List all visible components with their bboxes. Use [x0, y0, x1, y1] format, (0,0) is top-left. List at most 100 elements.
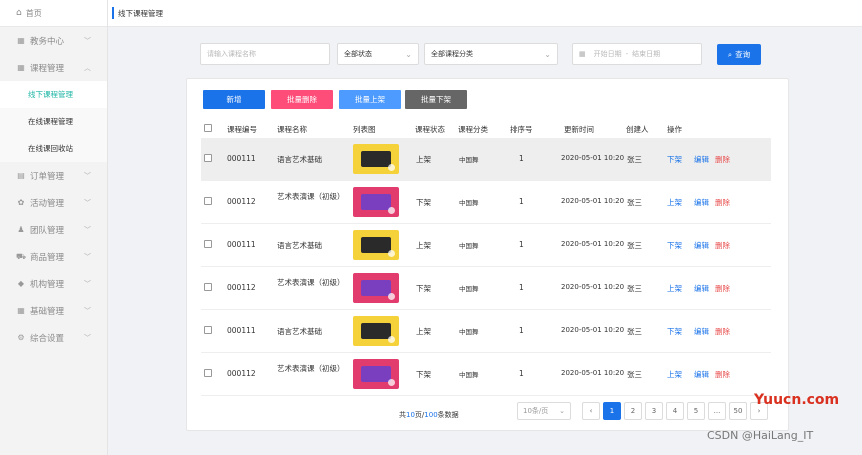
- sidebar-subitem-2[interactable]: 在线课回收站: [0, 135, 107, 162]
- cell-creator: 张三: [627, 198, 642, 207]
- sidebar-menu-label: 机构管理: [30, 279, 65, 290]
- delete-link[interactable]: 删除: [715, 326, 730, 337]
- thumbnail-inner: [361, 280, 391, 296]
- sidebar-menu-label: 订单管理: [30, 171, 65, 182]
- prev-page-button[interactable]: ‹: [582, 402, 600, 420]
- chevron-down-icon: ﹀: [84, 171, 91, 180]
- calendar-icon: ▦: [579, 50, 586, 58]
- toggle-status-link[interactable]: 下架: [667, 154, 682, 165]
- author-watermark: CSDN @HaiLang_IT: [707, 429, 814, 442]
- cell-time: 2020-05-01 10:20: [561, 154, 625, 162]
- edit-link[interactable]: 编辑: [694, 326, 709, 337]
- cell-category: 中国舞: [459, 285, 479, 293]
- grid-icon: ▦: [17, 36, 25, 45]
- page-size-select[interactable]: 10条/页 ⌄: [517, 402, 571, 420]
- course-name-placeholder: 请输入课程名称: [207, 50, 256, 58]
- toggle-status-link[interactable]: 下架: [667, 240, 682, 251]
- status-select[interactable]: 全部状态 ⌄: [337, 43, 419, 65]
- category-select[interactable]: 全部课程分类 ⌄: [424, 43, 558, 65]
- table-row: 000112 艺术表演课（初级） 下架 中国舞 1 2020-05-01 10:20 张三 上…: [201, 181, 771, 224]
- sidebar-subitem-0[interactable]: 线下课程管理: [0, 81, 107, 108]
- toggle-status-link[interactable]: 上架: [667, 283, 682, 294]
- search-button[interactable]: ⌕ 查询: [717, 44, 761, 65]
- cell-time: 2020-05-01 10:20: [561, 369, 625, 377]
- cell-status: 下架: [416, 198, 431, 207]
- cell-time: 2020-05-01 10:20: [561, 197, 625, 205]
- delete-link[interactable]: 删除: [715, 240, 730, 251]
- row-checkbox[interactable]: [204, 326, 212, 334]
- chevron-down-icon: ﹀: [84, 225, 91, 234]
- table-row: 000111 语言艺术基础 上架 中国舞 1 2020-05-01 10:20 张三 下架 编辑…: [201, 138, 771, 181]
- page-button[interactable]: 2: [624, 402, 642, 420]
- course-thumbnail: [353, 273, 399, 303]
- page-button[interactable]: 5: [687, 402, 705, 420]
- cell-id: 000111: [227, 240, 256, 249]
- page-button[interactable]: 4: [666, 402, 684, 420]
- batch-off-button[interactable]: 批量下架: [405, 90, 467, 109]
- table-row: 000112 艺术表演课（初级） 下架 中国舞 1 2020-05-01 10:20 张三 上…: [201, 353, 771, 396]
- total-prefix: 共: [399, 411, 406, 419]
- home-icon: ⌂: [16, 8, 22, 18]
- total-pages-unit: 页/: [414, 411, 425, 419]
- sidebar-subitem-1[interactable]: 在线课程管理: [0, 108, 107, 135]
- cell-name: 语言艺术基础: [277, 241, 322, 250]
- chevron-down-icon: ⌄: [405, 49, 412, 59]
- delete-link[interactable]: 删除: [715, 197, 730, 208]
- sidebar-menu-6[interactable]: ◆ 机构管理 ﹀: [0, 270, 107, 297]
- toggle-status-link[interactable]: 上架: [667, 197, 682, 208]
- edit-link[interactable]: 编辑: [694, 154, 709, 165]
- page-button[interactable]: ...: [708, 402, 726, 420]
- sidebar-menu-1[interactable]: ▦ 课程管理 ︿: [0, 54, 107, 81]
- sidebar-menu-3[interactable]: ✿ 活动管理 ﹀: [0, 189, 107, 216]
- sidebar-menu-8[interactable]: ⚙ 综合设置 ﹀: [0, 324, 107, 351]
- batch-delete-button[interactable]: 批量删除: [271, 90, 333, 109]
- header-category: 课程分类: [458, 125, 488, 134]
- row-checkbox[interactable]: [204, 369, 212, 377]
- tab-offline-course[interactable]: 线下课程管理: [108, 0, 171, 27]
- edit-link[interactable]: 编辑: [694, 197, 709, 208]
- sidebar: ⌂ 首页 ▦ 教务中心 ﹀ ▦ 课程管理 ︿ 线下课程管理 在线课程管理 在线课回收站 ▤ 订单管理…: [0, 0, 108, 455]
- cell-category: 中国舞: [459, 199, 479, 207]
- row-checkbox[interactable]: [204, 283, 212, 291]
- edit-link[interactable]: 编辑: [694, 283, 709, 294]
- row-checkbox[interactable]: [204, 197, 212, 205]
- cell-id: 000111: [227, 326, 256, 335]
- batch-on-button[interactable]: 批量上架: [339, 90, 401, 109]
- sidebar-home[interactable]: ⌂ 首页: [0, 0, 107, 27]
- search-button-label: 查询: [735, 50, 751, 59]
- delete-link[interactable]: 删除: [715, 283, 730, 294]
- sidebar-menu-0[interactable]: ▦ 教务中心 ﹀: [0, 27, 107, 54]
- date-range-picker[interactable]: ▦ 开始日期 - 结束日期: [572, 43, 702, 65]
- page-button[interactable]: 1: [603, 402, 621, 420]
- select-all-checkbox[interactable]: [204, 124, 212, 132]
- toggle-status-link[interactable]: 下架: [667, 326, 682, 337]
- page-button[interactable]: 3: [645, 402, 663, 420]
- sidebar-menu-4[interactable]: ♟ 团队管理 ﹀: [0, 216, 107, 243]
- row-checkbox[interactable]: [204, 154, 212, 162]
- cart-icon: ⛟: [16, 251, 27, 261]
- sidebar-menu-7[interactable]: ▦ 基础管理 ﹀: [0, 297, 107, 324]
- gift-icon: ✿: [17, 198, 25, 207]
- grid-icon: ▦: [17, 63, 25, 72]
- cell-id: 000112: [227, 283, 256, 292]
- header-status: 课程状态: [415, 125, 445, 134]
- table-header: 课程编号 课程名称 列表图 课程状态 课程分类 排序号 更新时间 创建人 操作: [201, 120, 771, 138]
- row-checkbox[interactable]: [204, 240, 212, 248]
- page-button[interactable]: 50: [729, 402, 747, 420]
- cell-creator: 张三: [627, 155, 642, 164]
- delete-link[interactable]: 删除: [715, 154, 730, 165]
- edit-link[interactable]: 编辑: [694, 369, 709, 380]
- chevron-down-icon: ﹀: [84, 306, 91, 315]
- edit-link[interactable]: 编辑: [694, 240, 709, 251]
- thumbnail-dot: [388, 250, 395, 257]
- chevron-up-icon: ︿: [84, 63, 91, 72]
- toggle-status-link[interactable]: 上架: [667, 369, 682, 380]
- cell-name: 艺术表演课（初级）: [277, 192, 345, 201]
- course-name-input[interactable]: 请输入课程名称: [200, 43, 330, 65]
- sidebar-menu-5[interactable]: ⛟ 商品管理 ﹀: [0, 243, 107, 270]
- site-watermark: Yuucn.com: [754, 392, 840, 408]
- add-button[interactable]: 新增: [203, 90, 265, 109]
- sidebar-menu-2[interactable]: ▤ 订单管理 ﹀: [0, 162, 107, 189]
- thumbnail-inner: [361, 366, 391, 382]
- delete-link[interactable]: 删除: [715, 369, 730, 380]
